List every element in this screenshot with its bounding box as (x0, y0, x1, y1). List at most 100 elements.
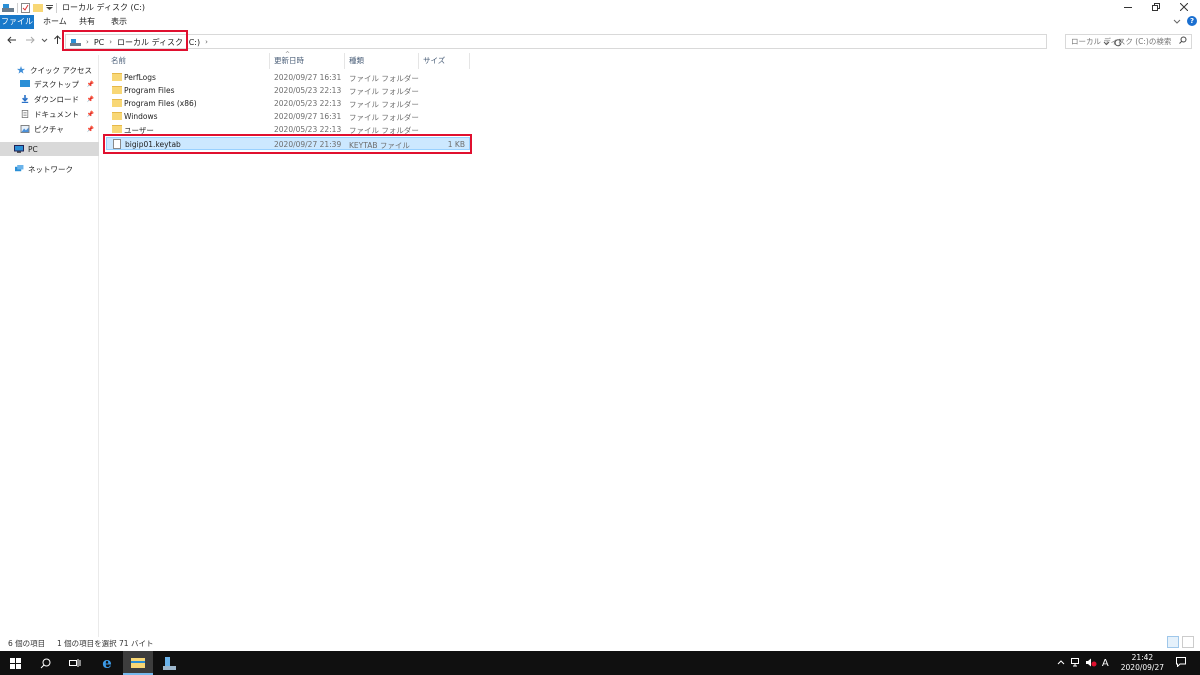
nav-quick-access[interactable]: クイック アクセス (16, 63, 99, 77)
file-row[interactable]: PerfLogs 2020/09/27 16:31 ファイル フォルダー (106, 71, 470, 84)
volume-muted-icon[interactable] (1085, 658, 1097, 669)
window-title: ローカル ディスク (C:) (62, 3, 146, 12)
star-icon (17, 66, 25, 74)
file-name: Windows (124, 112, 158, 121)
ribbon-controls: ? (1173, 16, 1197, 26)
address-bar[interactable]: › PC › ローカル ディスク (C:) › (65, 34, 1122, 49)
file-modified: 2020/09/27 16:31 (274, 73, 342, 82)
address-highlight-box (62, 30, 188, 51)
nav-pictures-label: ピクチャ (34, 124, 64, 134)
column-separator[interactable] (269, 53, 270, 69)
expand-ribbon-icon[interactable] (1173, 17, 1181, 25)
nav-desktop[interactable]: デスクトップ 📌 (20, 77, 99, 91)
file-type: ファイル フォルダー (349, 74, 419, 83)
drive-icon (2, 3, 14, 12)
pin-icon[interactable]: 📌 (87, 81, 94, 88)
column-separator[interactable] (418, 53, 419, 69)
large-icons-view-button[interactable] (1182, 636, 1194, 648)
clock[interactable]: 21:42 2020/09/27 (1121, 653, 1164, 673)
search-button[interactable] (30, 651, 60, 675)
explorer-window: ローカル ディスク (C:) ファイル ホーム 共有 表示 ? › PC › ロ… (0, 0, 1200, 651)
clock-date: 2020/09/27 (1120, 663, 1164, 672)
nav-pc[interactable]: PC (0, 142, 99, 156)
nav-network-label: ネットワーク (28, 164, 73, 174)
file-modified: 2020/05/23 22:13 (274, 99, 342, 108)
folder-icon (131, 657, 145, 668)
internet-explorer-icon: e (102, 654, 112, 672)
pin-icon[interactable]: 📌 (87, 126, 94, 133)
column-separator[interactable] (344, 53, 345, 69)
tab-file[interactable]: ファイル (0, 15, 34, 29)
minimize-button[interactable] (1114, 0, 1142, 14)
notification-icon[interactable] (1176, 657, 1186, 669)
tab-home[interactable]: ホーム (36, 15, 74, 29)
tab-view[interactable]: 表示 (104, 15, 134, 29)
nav-pictures[interactable]: ピクチャ 📌 (20, 122, 99, 136)
computer-icon (14, 145, 24, 153)
column-separator[interactable] (469, 53, 470, 69)
column-size[interactable]: サイズ (423, 55, 445, 66)
quick-access-toolbar (2, 2, 57, 13)
help-icon[interactable]: ? (1187, 16, 1197, 26)
column-modified[interactable]: 更新日時 (274, 55, 304, 66)
navigation-pane: クイック アクセス デスクトップ 📌 ダウンロード 📌 ドキュメント 📌 ピクチ… (0, 55, 99, 637)
nav-desktop-label: デスクトップ (34, 79, 79, 89)
search-box[interactable] (1065, 34, 1192, 49)
internet-explorer-button[interactable]: e (92, 651, 122, 675)
arrow-up-icon (54, 35, 61, 44)
network-status-icon[interactable] (1070, 657, 1081, 669)
properties-icon[interactable] (21, 2, 30, 13)
server-manager-button[interactable] (154, 651, 184, 675)
pin-icon[interactable]: 📌 (87, 96, 94, 103)
search-input[interactable] (1066, 35, 1176, 48)
network-icon (15, 165, 24, 172)
server-manager-icon (162, 656, 176, 670)
arrow-right-icon (26, 36, 35, 44)
file-row[interactable]: Program Files (x86) 2020/05/23 22:13 ファイ… (106, 97, 470, 110)
close-button[interactable] (1170, 0, 1198, 14)
restore-icon (1152, 3, 1160, 11)
file-row[interactable]: Program Files 2020/05/23 22:13 ファイル フォルダ… (106, 84, 470, 97)
file-type: ファイル フォルダー (349, 87, 419, 96)
file-row[interactable]: Windows 2020/09/27 16:31 ファイル フォルダー (106, 110, 470, 123)
nav-documents[interactable]: ドキュメント 📌 (20, 107, 99, 121)
nav-documents-label: ドキュメント (34, 109, 79, 119)
chevron-up-icon[interactable] (1057, 658, 1065, 668)
nav-downloads-label: ダウンロード (34, 94, 79, 104)
restore-button[interactable] (1142, 0, 1170, 14)
nav-network[interactable]: ネットワーク (0, 162, 99, 176)
folder-icon (112, 125, 122, 133)
close-icon (1180, 3, 1188, 11)
column-name[interactable]: 名前 (111, 55, 126, 66)
ime-indicator[interactable]: A (1102, 658, 1109, 669)
start-button[interactable] (0, 651, 30, 675)
windows-logo-icon (9, 657, 21, 669)
folder-icon (112, 112, 122, 120)
file-modified: 2020/05/23 22:13 (274, 86, 342, 95)
chevron-right-icon[interactable]: › (205, 38, 208, 46)
selection-info: 1 個の項目を選択 71 バイト (57, 639, 154, 648)
file-explorer-button[interactable] (123, 651, 153, 675)
recent-locations-button[interactable] (41, 35, 48, 48)
folder-icon (112, 73, 122, 81)
forward-button[interactable] (25, 35, 35, 48)
folder-icon (112, 99, 122, 107)
system-tray: A 21:42 2020/09/27 (1057, 651, 1200, 675)
new-folder-icon[interactable] (33, 3, 43, 12)
task-view-button[interactable] (60, 651, 90, 675)
up-button[interactable] (53, 35, 62, 48)
file-type: ファイル フォルダー (349, 113, 419, 122)
clock-time: 21:42 (1131, 653, 1154, 662)
back-button[interactable] (7, 35, 17, 48)
download-icon (21, 95, 29, 103)
tab-share[interactable]: 共有 (72, 15, 102, 29)
search-icon[interactable] (1179, 36, 1187, 47)
pin-icon[interactable]: 📌 (87, 111, 94, 118)
nav-downloads[interactable]: ダウンロード 📌 (20, 92, 99, 106)
details-view-button[interactable] (1167, 636, 1179, 648)
document-icon (21, 110, 29, 118)
file-modified: 2020/09/27 16:31 (274, 112, 342, 121)
qat-dropdown-icon[interactable] (46, 4, 53, 11)
picture-icon (20, 125, 30, 133)
column-type[interactable]: 種類 (349, 55, 364, 66)
